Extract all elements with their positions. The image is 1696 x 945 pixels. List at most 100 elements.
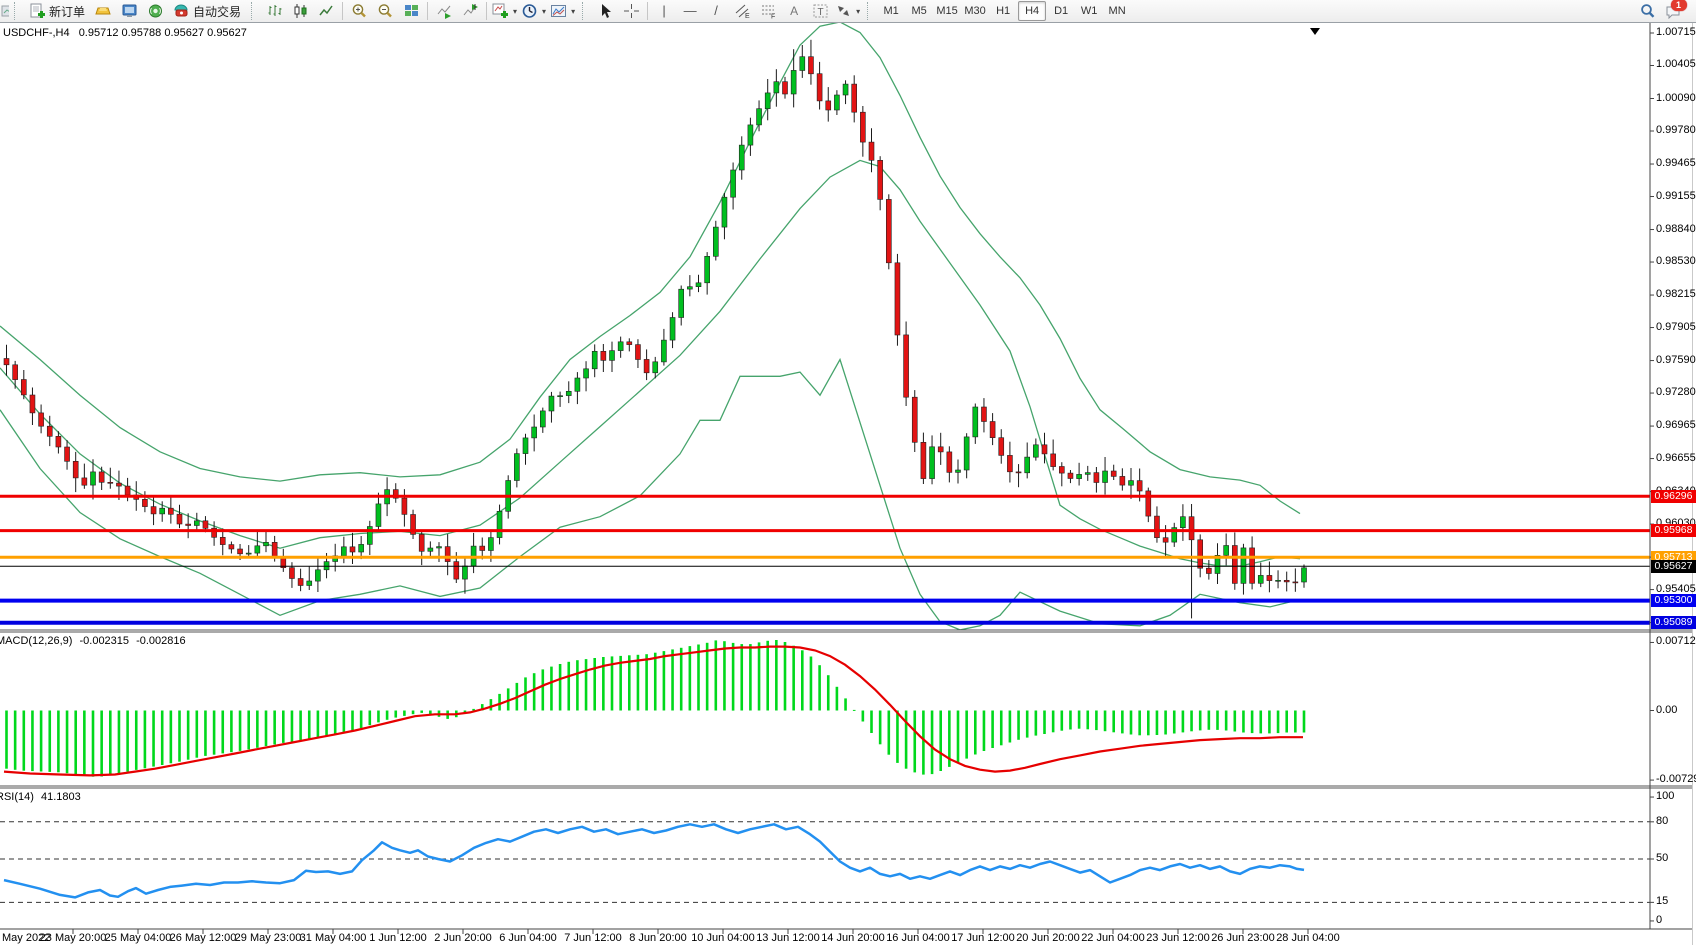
time-label: 20 Jun 20:00: [1016, 932, 1080, 944]
time-label: 6 Jun 04:00: [499, 932, 557, 944]
rsi-name: RSI(14): [0, 791, 34, 803]
template-icon: [550, 3, 567, 19]
chart-shift-icon: [462, 3, 479, 19]
chart-shift-button[interactable]: [457, 1, 483, 21]
macd-signal-line: [4, 647, 1303, 776]
timeframe-d1[interactable]: D1: [1048, 2, 1074, 20]
auto-scroll-icon: [436, 3, 453, 19]
notifications-button[interactable]: 1: [1660, 1, 1686, 21]
dropdown-arrow-icon: ▾: [542, 7, 546, 16]
templates-button[interactable]: ▾: [548, 1, 577, 21]
line-chart-button[interactable]: [313, 1, 339, 21]
market-watch-button[interactable]: [90, 1, 116, 21]
cursor-icon: [597, 3, 614, 19]
autotrading-label: 自动交易: [193, 3, 241, 20]
chart-title: USDCHF-,H4 0.95712 0.95788 0.95627 0.956…: [3, 27, 247, 39]
periods-button[interactable]: ▾: [519, 1, 548, 21]
price-tick-1.00715: 1.00715: [1656, 26, 1696, 38]
timeframe-w1[interactable]: W1: [1076, 2, 1102, 20]
bar-chart-icon: [266, 3, 283, 19]
text-tool-button[interactable]: A: [781, 1, 807, 21]
toolbar-divider: [647, 2, 648, 20]
vertical-line-button[interactable]: |: [651, 1, 677, 21]
new-order-label: 新订单: [49, 3, 85, 20]
horizontal-line-button[interactable]: —: [677, 1, 703, 21]
chat-bubble-icon: 1: [1665, 3, 1682, 19]
broadcast-icon: [147, 3, 164, 19]
zoom-in-button[interactable]: [346, 1, 372, 21]
macd-indicator-label: MACD(12,26,9) -0.002315 -0.002816: [0, 635, 186, 647]
timeframe-strip: M1M5M15M30H1H4D1W1MN: [877, 1, 1131, 21]
autotrading-button[interactable]: 自动交易: [168, 1, 246, 21]
text-label-icon: T: [812, 3, 829, 19]
trendline-button[interactable]: /: [703, 1, 729, 21]
time-label: 23 May 20:00: [40, 932, 107, 944]
rsi-value: 41.1803: [41, 791, 81, 803]
search-icon: [1639, 3, 1656, 19]
timeframe-m1[interactable]: M1: [878, 2, 904, 20]
macd-value: -0.002315: [79, 635, 129, 647]
arrows-tool-button[interactable]: ▾: [833, 1, 862, 21]
svg-text:T: T: [817, 7, 823, 18]
new-order-button[interactable]: 新订单: [24, 1, 90, 21]
new-chart-button[interactable]: ▾: [490, 1, 519, 21]
crosshair-button[interactable]: [618, 1, 644, 21]
macd-tick--0.00729: -0.00729: [1656, 773, 1696, 785]
timeframe-m15[interactable]: M15: [934, 2, 960, 20]
time-label: 22 Jun 04:00: [1081, 932, 1145, 944]
arrows-icon: [835, 3, 852, 19]
zoom-out-button[interactable]: [372, 1, 398, 21]
text-label-button[interactable]: T: [807, 1, 833, 21]
search-button[interactable]: [1634, 1, 1660, 21]
mt4-terminal: 新订单 自动交易: [0, 0, 1696, 945]
chart-shift-marker[interactable]: [1310, 28, 1320, 35]
broadcast-button[interactable]: [142, 1, 168, 21]
time-label: 29 May 23:00: [235, 932, 302, 944]
line-chart-icon: [318, 3, 335, 19]
auto-scroll-button[interactable]: [431, 1, 457, 21]
data-window-button[interactable]: [116, 1, 142, 21]
rsi-tick-15: 15: [1656, 895, 1668, 907]
svg-text:E: E: [745, 13, 750, 19]
clipped-icon: [0, 3, 9, 19]
cursor-button[interactable]: [592, 1, 618, 21]
timeframe-m5[interactable]: M5: [906, 2, 932, 20]
main-panel: [0, 23, 1650, 630]
rsi-indicator-label: RSI(14) 41.1803: [0, 791, 81, 803]
price-tick-1.00090: 1.00090: [1656, 92, 1696, 104]
bollinger-middle-band: [0, 160, 1300, 566]
time-label: 10 Jun 04:00: [691, 932, 755, 944]
fibonacci-icon: F: [760, 3, 777, 19]
time-label: 25 May 04:00: [105, 932, 172, 944]
time-label: 7 Jun 12:00: [564, 932, 622, 944]
price-tick-0.96655: 0.96655: [1656, 452, 1696, 464]
new-chart-icon: [492, 3, 509, 19]
price-tick-0.97280: 0.97280: [1656, 386, 1696, 398]
price-tick-0.96965: 0.96965: [1656, 419, 1696, 431]
candlestick-button[interactable]: [287, 1, 313, 21]
bar-chart-button[interactable]: [261, 1, 287, 21]
rsi-tick-0: 0: [1656, 914, 1662, 926]
timeframe-h4[interactable]: H4: [1018, 1, 1046, 21]
svg-text:F: F: [771, 14, 775, 20]
clock-icon: [521, 3, 538, 19]
timeframe-m30[interactable]: M30: [962, 2, 988, 20]
timeframe-mn[interactable]: MN: [1104, 2, 1130, 20]
rsi-tick-100: 100: [1656, 790, 1674, 802]
price-tick-0.98530: 0.98530: [1656, 255, 1696, 267]
time-label: 23 Jun 12:00: [1146, 932, 1210, 944]
macd-panel: [4, 640, 1305, 777]
zoom-in-icon: [351, 3, 368, 19]
time-label: 14 Jun 20:00: [821, 932, 885, 944]
tile-windows-button[interactable]: [398, 1, 424, 21]
channel-button[interactable]: E: [729, 1, 755, 21]
chart-plot[interactable]: [0, 23, 1696, 945]
macd-signal-value: -0.002816: [136, 635, 186, 647]
rsi-tick-50: 50: [1656, 852, 1668, 864]
fibonacci-button[interactable]: F: [755, 1, 781, 21]
dropdown-arrow-icon: ▾: [856, 7, 860, 16]
timeframe-h1[interactable]: H1: [990, 2, 1016, 20]
chart-ohlc-values: 0.95712 0.95788 0.95627 0.95627: [79, 27, 247, 39]
text-icon: A: [783, 3, 805, 19]
horizontal-line-icon: —: [679, 3, 701, 19]
